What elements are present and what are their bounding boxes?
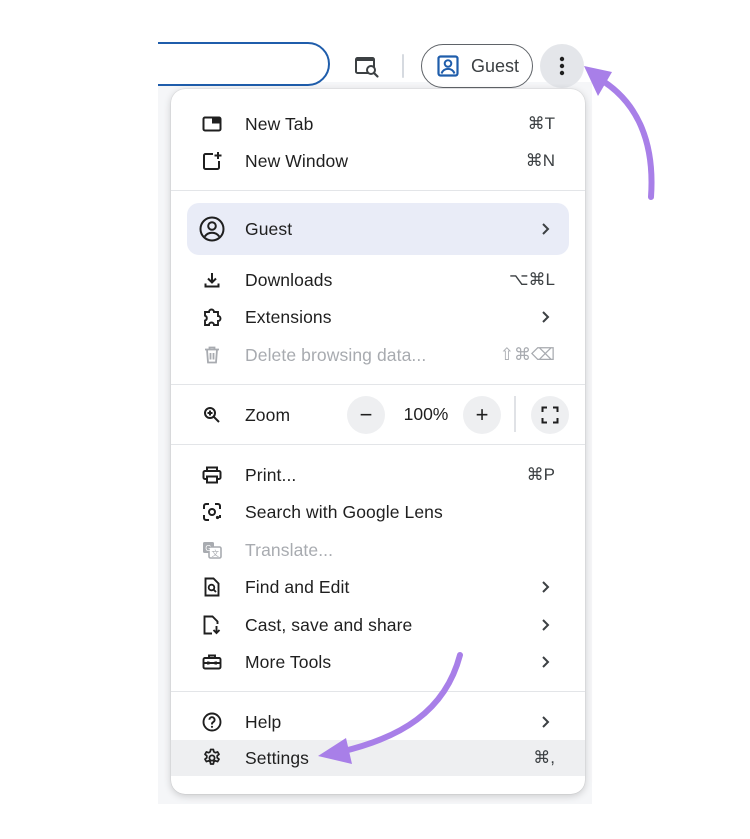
- toolbar-divider: [402, 54, 404, 78]
- more-menu-button[interactable]: [540, 44, 584, 88]
- new-tab-icon: [201, 113, 223, 135]
- cast-save-icon: [201, 614, 223, 636]
- chevron-right-icon: [541, 309, 553, 325]
- menu-item-new-tab[interactable]: New Tab ⌘T: [171, 106, 585, 142]
- menu-divider: [171, 691, 585, 692]
- cast-label: Cast, save and share: [245, 614, 413, 635]
- new-tab-shortcut: ⌘T: [527, 114, 555, 133]
- menu-item-print[interactable]: Print... ⌘P: [171, 457, 585, 493]
- account-circle-icon: [199, 216, 225, 242]
- menu-item-help[interactable]: Help: [171, 704, 585, 740]
- printer-icon: [201, 464, 223, 486]
- menu-item-downloads[interactable]: Downloads ⌥⌘L: [171, 262, 585, 298]
- guest-profile-button[interactable]: Guest: [421, 44, 533, 88]
- delete-data-shortcut: ⇧⌘⌫: [499, 345, 555, 364]
- zoom-value: 100%: [403, 404, 449, 424]
- svg-text:文: 文: [212, 548, 220, 558]
- new-window-icon: [201, 150, 223, 172]
- lens-search-icon[interactable]: [351, 52, 383, 82]
- address-bar-crop: [118, 38, 158, 90]
- menu-item-translate: G文 Translate...: [171, 532, 585, 568]
- chevron-right-icon: [541, 714, 553, 730]
- find-in-page-icon: [201, 576, 223, 598]
- menu-item-extensions[interactable]: Extensions: [171, 299, 585, 335]
- zoom-in-button[interactable]: +: [463, 396, 501, 434]
- menu-item-cast-save-share[interactable]: Cast, save and share: [171, 607, 585, 643]
- chevron-right-icon: [541, 617, 553, 633]
- menu-divider: [171, 384, 585, 385]
- download-icon: [201, 269, 223, 291]
- zoom-out-button[interactable]: −: [347, 396, 385, 434]
- zoom-in-icon: [201, 404, 223, 426]
- menu-item-new-window[interactable]: New Window ⌘N: [171, 143, 585, 179]
- fullscreen-icon: [541, 406, 559, 424]
- translate-label: Translate...: [245, 539, 334, 560]
- downloads-label: Downloads: [245, 269, 333, 290]
- fullscreen-button[interactable]: [531, 396, 569, 434]
- find-edit-label: Find and Edit: [245, 576, 350, 597]
- arrow-to-menu-button: [595, 75, 655, 200]
- menu-item-google-lens[interactable]: Search with Google Lens: [171, 494, 585, 530]
- chevron-right-icon: [541, 654, 553, 670]
- chevron-right-icon: [541, 221, 553, 237]
- new-tab-label: New Tab: [245, 113, 314, 134]
- more-tools-label: More Tools: [245, 651, 332, 672]
- guest-label: Guest: [471, 55, 520, 76]
- gear-icon: [201, 747, 223, 769]
- menu-item-guest[interactable]: Guest: [171, 211, 585, 247]
- downloads-shortcut: ⌥⌘L: [508, 270, 555, 289]
- extension-puzzle-icon: [201, 306, 223, 328]
- toolbox-icon: [201, 651, 223, 673]
- guest-avatar-icon: [437, 55, 459, 77]
- print-shortcut: ⌘P: [526, 465, 555, 484]
- trash-icon: [201, 344, 223, 366]
- zoom-divider: [514, 396, 516, 432]
- browser-menu: New Tab ⌘T New Window ⌘N Guest Downloads…: [171, 89, 585, 794]
- menu-item-delete-browsing-data: Delete browsing data... ⇧⌘⌫: [171, 337, 585, 373]
- google-lens-icon: [201, 501, 223, 523]
- svg-text:G: G: [205, 544, 211, 553]
- settings-label: Settings: [245, 747, 310, 768]
- new-window-shortcut: ⌘N: [525, 151, 555, 170]
- google-lens-label: Search with Google Lens: [245, 501, 443, 522]
- chevron-right-icon: [541, 579, 553, 595]
- extensions-label: Extensions: [245, 306, 332, 327]
- menu-divider: [171, 190, 585, 191]
- help-circle-icon: [201, 711, 223, 733]
- more-vertical-icon: [559, 56, 565, 76]
- menu-divider: [171, 444, 585, 445]
- delete-data-label: Delete browsing data...: [245, 344, 427, 365]
- zoom-label: Zoom: [245, 404, 291, 425]
- new-window-label: New Window: [245, 150, 349, 171]
- settings-shortcut: ⌘,: [533, 748, 555, 767]
- print-label: Print...: [245, 464, 297, 485]
- menu-item-settings[interactable]: Settings ⌘,: [171, 740, 585, 776]
- help-label: Help: [245, 711, 282, 732]
- guest-item-label: Guest: [245, 218, 293, 239]
- menu-item-more-tools[interactable]: More Tools: [171, 644, 585, 680]
- menu-item-find-edit[interactable]: Find and Edit: [171, 569, 585, 605]
- translate-icon: G文: [201, 539, 223, 561]
